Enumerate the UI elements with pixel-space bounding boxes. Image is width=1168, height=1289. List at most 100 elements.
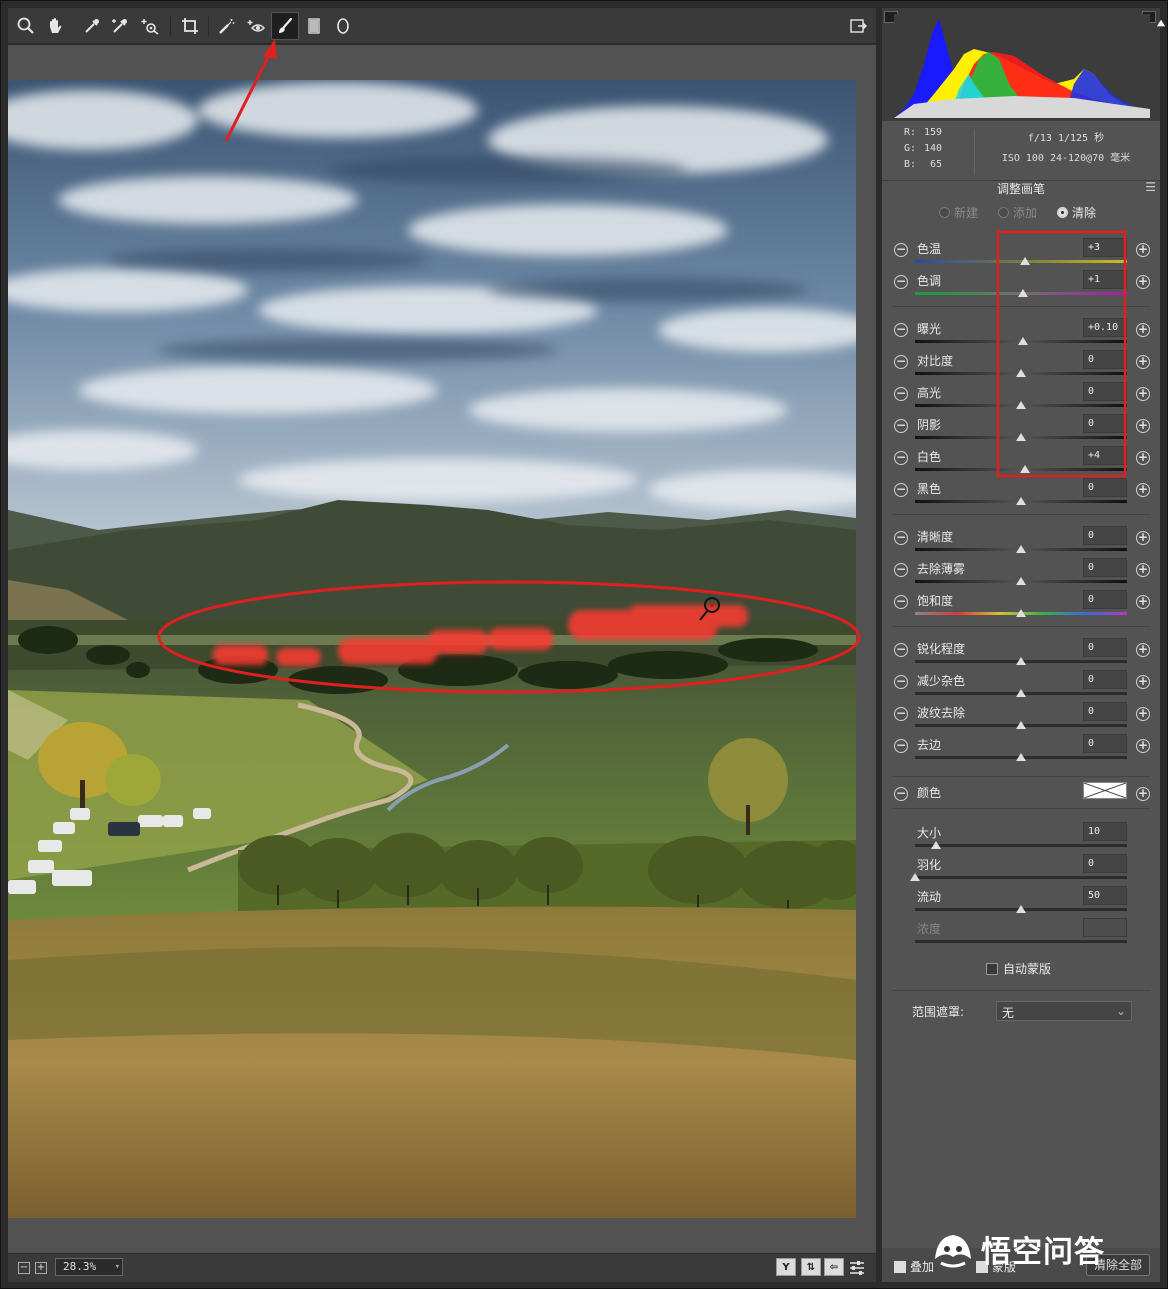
- slider-value-input[interactable]: 0: [1083, 702, 1127, 721]
- minus-icon[interactable]: −: [894, 387, 908, 401]
- slider-thumb[interactable]: [1016, 905, 1026, 913]
- slider-value-input[interactable]: 0: [1083, 638, 1127, 657]
- mode-add-radio[interactable]: 添加: [998, 204, 1037, 221]
- slider-value-input[interactable]: 0: [1083, 414, 1127, 433]
- range-mask-select[interactable]: 无 ⌄: [996, 1001, 1132, 1021]
- minus-icon[interactable]: −: [894, 707, 908, 721]
- slider-value-input[interactable]: 0: [1083, 590, 1127, 609]
- minus-icon[interactable]: −: [894, 643, 908, 657]
- slider-thumb[interactable]: [1020, 257, 1031, 265]
- settings-icon[interactable]: [846, 1254, 868, 1282]
- plus-icon[interactable]: +: [1136, 451, 1150, 465]
- slider-value-input[interactable]: 0: [1083, 382, 1127, 401]
- white-balance-icon[interactable]: [78, 12, 106, 40]
- minus-icon[interactable]: −: [894, 787, 908, 801]
- slider-track[interactable]: [915, 844, 1127, 847]
- brush-setting-row: 羽化 0: [882, 854, 1160, 886]
- plus-icon[interactable]: +: [1136, 323, 1150, 337]
- minus-icon[interactable]: −: [894, 275, 908, 289]
- landscape-photo[interactable]: [8, 80, 856, 1218]
- plus-icon[interactable]: +: [1136, 595, 1150, 609]
- slider-thumb[interactable]: [1016, 609, 1026, 617]
- targeted-adjustment-icon[interactable]: [136, 12, 164, 40]
- slider-value-input[interactable]: 0: [1083, 734, 1127, 753]
- minus-icon[interactable]: −: [894, 563, 908, 577]
- plus-icon[interactable]: +: [1136, 531, 1150, 545]
- auto-mask-checkbox[interactable]: 自动蒙版: [986, 960, 1051, 977]
- slider-thumb[interactable]: [1016, 689, 1026, 697]
- plus-icon[interactable]: +: [1136, 483, 1150, 497]
- minus-icon[interactable]: −: [894, 531, 908, 545]
- brush-setting-value-input[interactable]: 50: [1083, 886, 1127, 905]
- before-after-icon[interactable]: ⇅: [801, 1258, 821, 1276]
- slider-thumb[interactable]: [1016, 721, 1026, 729]
- mode-new-radio[interactable]: 新建: [939, 204, 978, 221]
- mode-erase-radio[interactable]: 清除: [1057, 204, 1096, 221]
- plus-icon[interactable]: +: [1136, 387, 1150, 401]
- plus-icon[interactable]: +: [1136, 355, 1150, 369]
- view-y-button[interactable]: Y: [776, 1258, 796, 1276]
- panel-menu-icon[interactable]: ☰: [1145, 180, 1156, 194]
- slider-value-input[interactable]: +3: [1083, 238, 1127, 257]
- color-swatch[interactable]: [1083, 782, 1127, 799]
- slider-thumb[interactable]: [1016, 753, 1026, 761]
- minus-icon[interactable]: −: [894, 451, 908, 465]
- slider-thumb[interactable]: [1018, 289, 1029, 297]
- minus-icon[interactable]: −: [894, 419, 908, 433]
- brush-setting-value-input[interactable]: 10: [1083, 822, 1127, 841]
- zoom-icon[interactable]: [12, 12, 40, 40]
- plus-icon[interactable]: +: [1136, 675, 1150, 689]
- slider-value-input[interactable]: +0.10: [1083, 318, 1127, 337]
- plus-icon[interactable]: +: [1136, 243, 1150, 257]
- radial-filter-icon[interactable]: [329, 12, 357, 40]
- crop-icon[interactable]: [176, 12, 204, 40]
- slider-value-input[interactable]: 0: [1083, 350, 1127, 369]
- plus-icon[interactable]: +: [1136, 419, 1150, 433]
- slider-thumb[interactable]: [1016, 401, 1026, 409]
- brush-setting-value-input[interactable]: 0: [1083, 854, 1127, 873]
- graduated-filter-icon[interactable]: [300, 12, 328, 40]
- color-sampler-icon[interactable]: [106, 12, 134, 40]
- zoom-in-button[interactable]: +: [35, 1262, 47, 1274]
- slider-value-input[interactable]: 0: [1083, 478, 1127, 497]
- swap-icon[interactable]: ⇦: [824, 1258, 844, 1276]
- minus-icon[interactable]: −: [894, 739, 908, 753]
- overlay-checkbox[interactable]: 叠加: [894, 1258, 934, 1275]
- image-canvas[interactable]: [8, 45, 876, 1253]
- slider-thumb[interactable]: [931, 841, 942, 849]
- minus-icon[interactable]: −: [894, 243, 908, 257]
- slider-thumb[interactable]: [1016, 497, 1026, 505]
- slider-track[interactable]: [915, 876, 1127, 879]
- slider-thumb[interactable]: [910, 873, 920, 881]
- plus-icon[interactable]: +: [1136, 739, 1150, 753]
- plus-icon[interactable]: +: [1136, 707, 1150, 721]
- plus-icon[interactable]: +: [1136, 787, 1150, 801]
- minus-icon[interactable]: −: [894, 483, 908, 497]
- slider-value-input[interactable]: 0: [1083, 526, 1127, 545]
- adjustment-brush-icon[interactable]: [271, 12, 299, 40]
- slider-thumb[interactable]: [1020, 465, 1031, 473]
- hand-icon[interactable]: [41, 12, 69, 40]
- slider-thumb[interactable]: [1016, 577, 1026, 585]
- slider-value-input[interactable]: 0: [1083, 670, 1127, 689]
- minus-icon[interactable]: −: [894, 323, 908, 337]
- slider-value-input[interactable]: +1: [1083, 270, 1127, 289]
- slider-thumb[interactable]: [1016, 433, 1026, 441]
- plus-icon[interactable]: +: [1136, 275, 1150, 289]
- minus-icon[interactable]: −: [894, 355, 908, 369]
- plus-icon[interactable]: +: [1136, 563, 1150, 577]
- minus-icon[interactable]: −: [894, 595, 908, 609]
- slider-thumb[interactable]: [1016, 657, 1026, 665]
- red-eye-icon[interactable]: [242, 12, 270, 40]
- slider-value-input[interactable]: 0: [1083, 558, 1127, 577]
- open-preferences-icon[interactable]: [844, 12, 872, 40]
- spot-removal-icon[interactable]: [212, 12, 240, 40]
- slider-thumb[interactable]: [1016, 369, 1026, 377]
- plus-icon[interactable]: +: [1136, 643, 1150, 657]
- zoom-level-select[interactable]: 28.3% ▾: [55, 1258, 123, 1276]
- zoom-out-button[interactable]: −: [18, 1262, 30, 1274]
- minus-icon[interactable]: −: [894, 675, 908, 689]
- slider-thumb[interactable]: [1016, 545, 1026, 553]
- slider-thumb[interactable]: [1018, 337, 1029, 345]
- slider-value-input[interactable]: +4: [1083, 446, 1127, 465]
